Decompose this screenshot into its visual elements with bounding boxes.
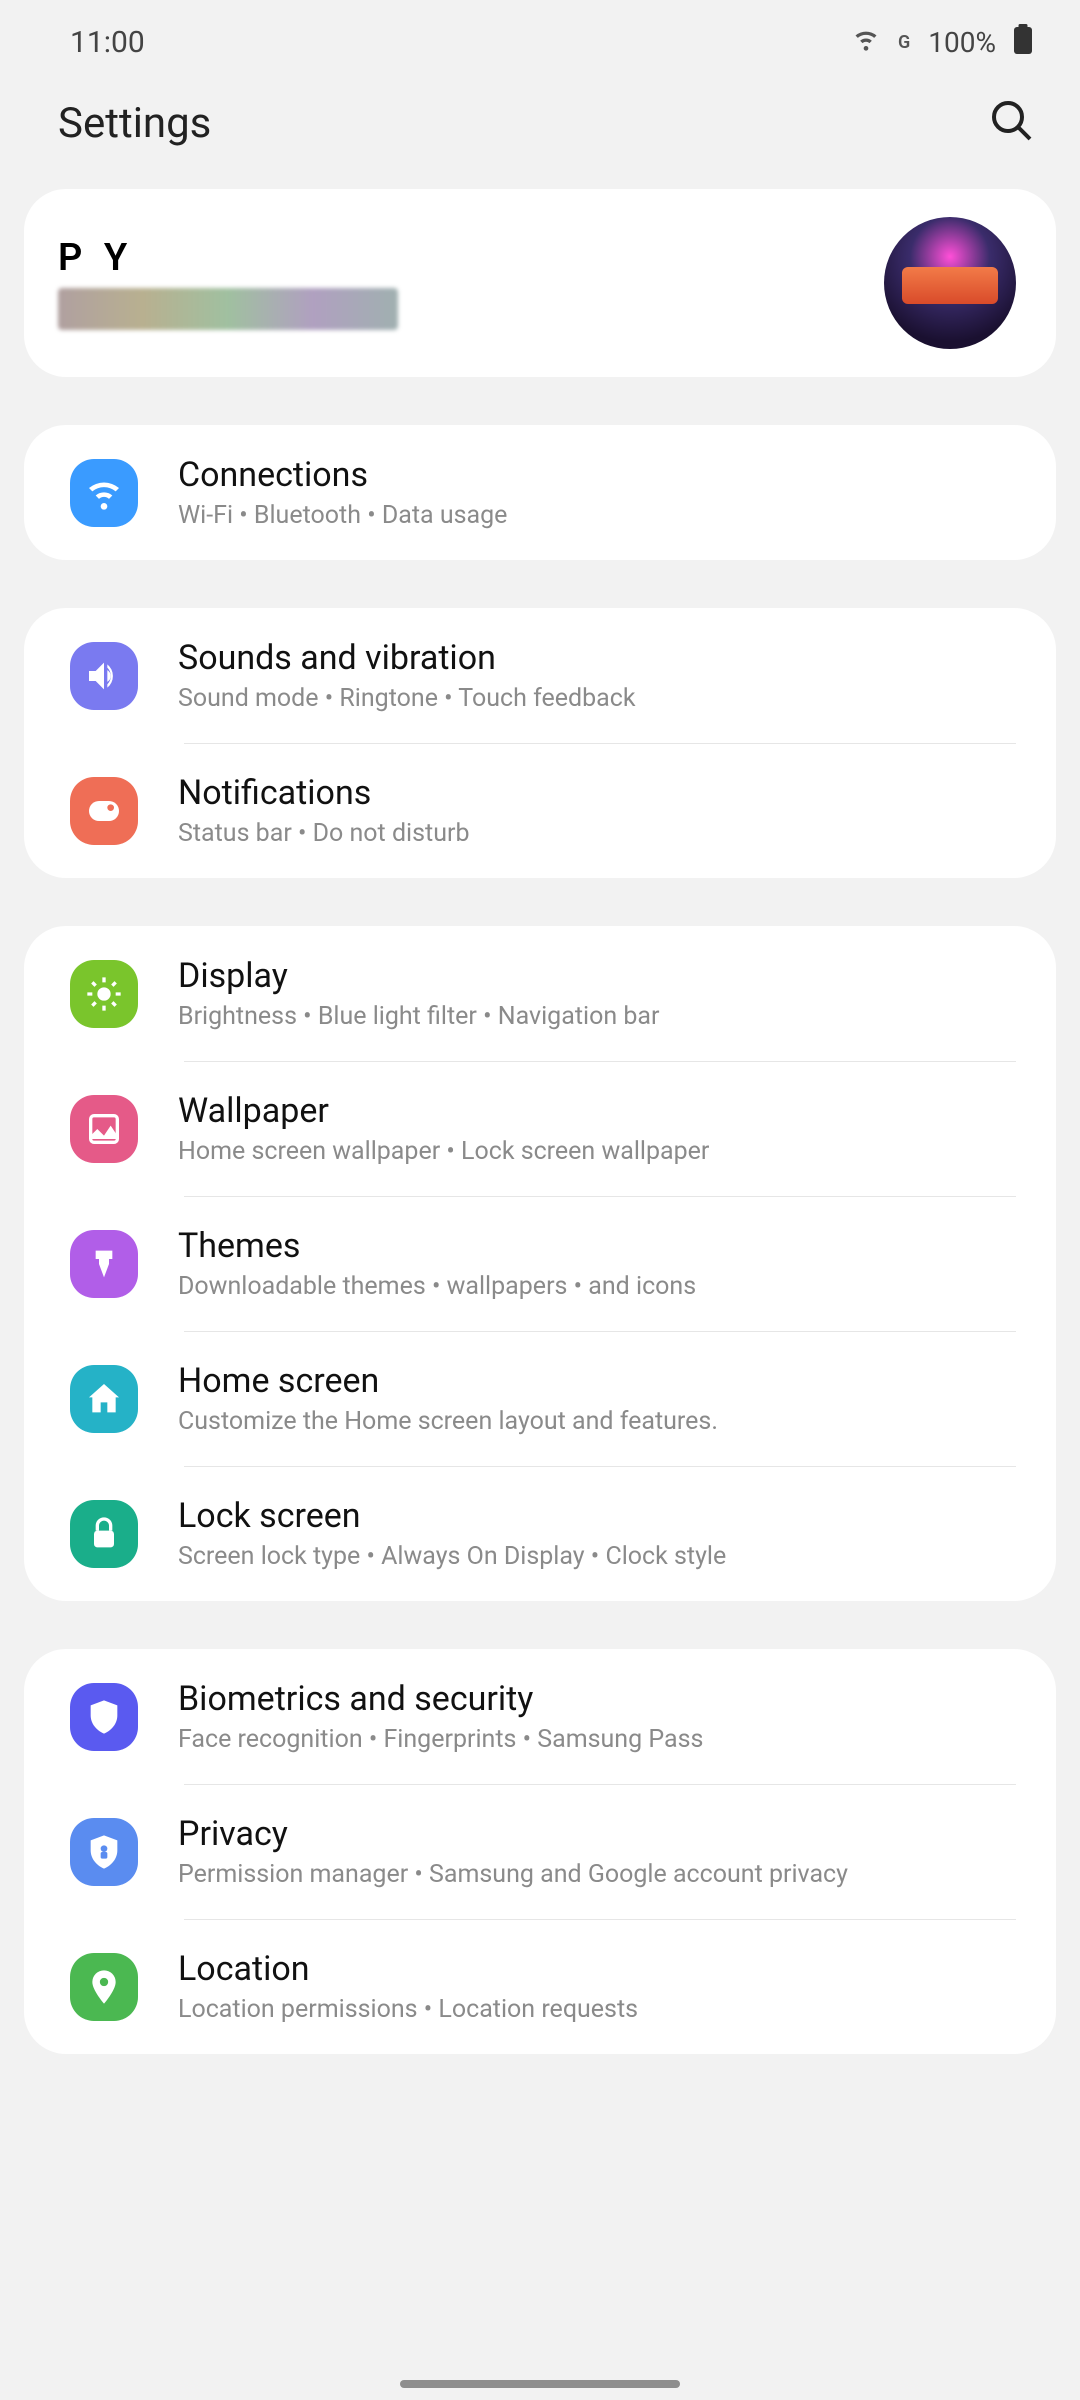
settings-item-privacy[interactable]: Privacy Permission manager • Samsung and… xyxy=(24,1784,1056,1919)
settings-item-themes[interactable]: Themes Downloadable themes • wallpapers … xyxy=(24,1196,1056,1331)
setting-title: Display xyxy=(178,956,659,996)
profile-name: P Y xyxy=(58,236,398,280)
page-title: Settings xyxy=(58,99,211,148)
settings-item-location[interactable]: Location Location permissions • Location… xyxy=(24,1919,1056,2054)
setting-subtitle: Sound mode • Ringtone • Touch feedback xyxy=(178,684,636,713)
settings-item-display[interactable]: Display Brightness • Blue light filter •… xyxy=(24,926,1056,1061)
search-icon[interactable] xyxy=(988,97,1036,149)
profile-email-redacted xyxy=(58,288,398,330)
brush-icon xyxy=(70,1230,138,1298)
setting-title: Home screen xyxy=(178,1361,718,1401)
status-bar: 11:00 G 100% xyxy=(0,0,1080,77)
setting-title: Connections xyxy=(178,455,507,495)
setting-subtitle: Location permissions • Location requests xyxy=(178,1995,638,2024)
settings-item-wallpaper[interactable]: Wallpaper Home screen wallpaper • Lock s… xyxy=(24,1061,1056,1196)
battery-icon xyxy=(1014,24,1032,61)
setting-title: Themes xyxy=(178,1226,696,1266)
sun-icon xyxy=(70,960,138,1028)
status-right: G 100% xyxy=(852,24,1032,61)
settings-item-connections[interactable]: Connections Wi-Fi • Bluetooth • Data usa… xyxy=(24,425,1056,560)
setting-title: Sounds and vibration xyxy=(178,638,636,678)
battery-text: 100% xyxy=(928,26,996,59)
settings-group: Biometrics and security Face recognition… xyxy=(24,1649,1056,2054)
status-time: 11:00 xyxy=(70,25,145,60)
notification-icon xyxy=(70,777,138,845)
header: Settings xyxy=(0,77,1080,189)
nav-handle[interactable] xyxy=(400,2380,680,2388)
setting-subtitle: Status bar • Do not disturb xyxy=(178,819,470,848)
location-pin-icon xyxy=(70,1953,138,2021)
settings-group: Display Brightness • Blue light filter •… xyxy=(24,926,1056,1601)
privacy-shield-icon xyxy=(70,1818,138,1886)
setting-title: Lock screen xyxy=(178,1496,726,1536)
setting-title: Location xyxy=(178,1949,638,1989)
network-label: G xyxy=(898,32,910,53)
settings-item-lockscreen[interactable]: Lock screen Screen lock type • Always On… xyxy=(24,1466,1056,1601)
setting-subtitle: Customize the Home screen layout and fea… xyxy=(178,1407,718,1436)
settings-group: Sounds and vibration Sound mode • Ringto… xyxy=(24,608,1056,878)
shield-icon xyxy=(70,1683,138,1751)
setting-title: Biometrics and security xyxy=(178,1679,703,1719)
image-icon xyxy=(70,1095,138,1163)
setting-title: Notifications xyxy=(178,773,470,813)
setting-subtitle: Wi-Fi • Bluetooth • Data usage xyxy=(178,501,507,530)
settings-item-notifications[interactable]: Notifications Status bar • Do not distur… xyxy=(24,743,1056,878)
avatar[interactable] xyxy=(884,217,1016,349)
lock-icon xyxy=(70,1500,138,1568)
settings-group: Connections Wi-Fi • Bluetooth • Data usa… xyxy=(24,425,1056,560)
setting-title: Privacy xyxy=(178,1814,848,1854)
setting-subtitle: Screen lock type • Always On Display • C… xyxy=(178,1542,726,1571)
speaker-icon xyxy=(70,642,138,710)
content: P Y Connections Wi-Fi • Bluetooth • Data… xyxy=(0,189,1080,2054)
setting-subtitle: Downloadable themes • wallpapers • and i… xyxy=(178,1272,696,1301)
setting-subtitle: Permission manager • Samsung and Google … xyxy=(178,1860,848,1889)
setting-title: Wallpaper xyxy=(178,1091,709,1131)
profile-card[interactable]: P Y xyxy=(24,189,1056,377)
settings-item-biometrics[interactable]: Biometrics and security Face recognition… xyxy=(24,1649,1056,1784)
setting-subtitle: Brightness • Blue light filter • Navigat… xyxy=(178,1002,659,1031)
wifi-icon xyxy=(852,25,880,60)
settings-item-sounds[interactable]: Sounds and vibration Sound mode • Ringto… xyxy=(24,608,1056,743)
setting-subtitle: Home screen wallpaper • Lock screen wall… xyxy=(178,1137,709,1166)
setting-subtitle: Face recognition • Fingerprints • Samsun… xyxy=(178,1725,703,1754)
settings-item-homescreen[interactable]: Home screen Customize the Home screen la… xyxy=(24,1331,1056,1466)
wifi-icon xyxy=(70,459,138,527)
home-icon xyxy=(70,1365,138,1433)
